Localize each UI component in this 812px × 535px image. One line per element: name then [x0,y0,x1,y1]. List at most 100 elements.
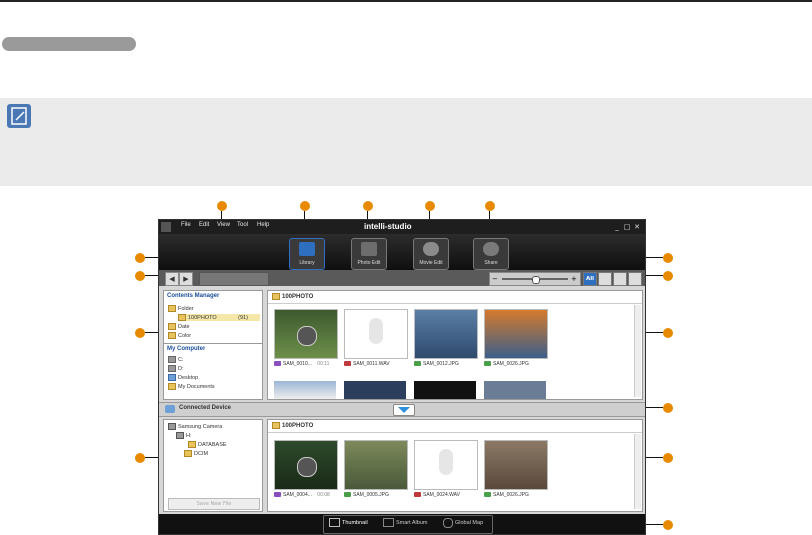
callout-leader [645,457,663,458]
menu-file[interactable]: File [181,222,191,228]
desktop-icon [168,374,176,381]
thumbnail[interactable] [484,440,548,490]
scrollbar[interactable] [634,305,641,397]
callout-marker [663,453,673,463]
scrollbar[interactable] [634,434,641,509]
zoom-out-button[interactable]: − [492,273,498,285]
forward-button[interactable]: ▶ [179,272,193,286]
save-new-file-button[interactable]: Save New File [168,498,260,510]
movie-edit-icon [423,242,439,256]
app-logo-icon [161,222,171,232]
menu-help[interactable]: Help [257,222,269,228]
smart-album-icon [383,518,394,528]
calendar-icon [168,323,176,330]
menu-edit[interactable]: Edit [199,222,209,228]
contents-manager-title: Contents Manager [167,293,220,299]
window-title: intelli-studio [364,222,412,231]
filter-all-button[interactable]: All [583,272,597,286]
toggle-device-panel-button[interactable] [393,404,415,416]
thumbnail-view-button[interactable]: Thumbnail [329,517,368,530]
tree-item-date[interactable]: Date [168,323,190,330]
thumbnail[interactable] [344,309,408,359]
tree-item-my-documents[interactable]: My Documents [168,383,215,390]
thumbnail-caption: SAM_0010... 00:11 [274,361,329,367]
zoom-slider[interactable]: − + [489,272,581,286]
thumbnail-caption: SAM_0026.JPG [484,361,529,367]
divider [268,432,642,433]
callout-marker [425,201,435,211]
back-button[interactable]: ◀ [165,272,179,286]
smart-album-button[interactable]: Smart Album [383,517,427,530]
thumbnail[interactable] [414,440,478,490]
thumbnail[interactable] [274,309,338,359]
zoom-handle[interactable] [532,276,540,284]
share-mode-button[interactable]: Share [473,238,509,270]
thumbnail[interactable] [414,309,478,359]
tree-item-dcim[interactable]: DCIM [184,450,208,457]
photo-badge-icon [414,361,421,367]
thumbnail-partial[interactable] [274,381,336,399]
device-folder-title: 100PHOTO [272,422,313,429]
callout-leader [645,332,663,333]
callout-marker [663,328,673,338]
zoom-in-button[interactable]: + [571,273,577,285]
callout-marker [300,201,310,211]
my-computer-title: My Computer [167,346,206,352]
tree-item-folder[interactable]: Folder [168,305,194,312]
library-mode-button[interactable]: Library [289,238,325,270]
photo-badge-icon [344,492,351,498]
intelli-studio-window: File Edit View Tool Help intelli-studio … [158,219,646,535]
video-badge-icon [274,492,281,498]
folder-icon [188,441,196,448]
thumbnail[interactable] [344,440,408,490]
tree-item-drive-h[interactable]: H: [176,432,192,439]
audio-badge-icon [414,492,421,498]
thumbnail-partial[interactable] [344,381,406,399]
thumbnail[interactable] [274,440,338,490]
thumbnail-partial[interactable] [484,381,546,399]
tree-item-drive-d[interactable]: D: [168,365,184,372]
close-button[interactable]: ✕ [633,223,641,231]
callout-marker [135,271,145,281]
tree-item-drive-c[interactable]: C: [168,356,184,363]
callout-marker [663,253,673,263]
callout-marker [135,453,145,463]
thumbnail-caption: SAM_0005.JPG [344,492,389,498]
folder-icon [168,383,176,390]
library-content-panel: 100PHOTO SAM_0010... 00:11 SAM_0011.WAV … [267,290,643,400]
minimize-button[interactable]: _ [613,223,621,231]
global-map-button[interactable]: Global Map [443,517,483,530]
thumbnail-partial[interactable] [414,381,476,399]
callout-marker [135,328,145,338]
tree-item-100photo[interactable]: 100PHOTO (91) [178,314,260,321]
photo-badge-icon [484,361,491,367]
callout-marker [135,253,145,263]
photo-edit-mode-button[interactable]: Photo Edit [351,238,387,270]
thumbnail-caption: SAM_0012.JPG [414,361,459,367]
tree-item-color[interactable]: Color [168,332,191,339]
thumbnail[interactable] [484,309,548,359]
photo-edit-icon [361,242,377,256]
folder-icon [168,305,176,312]
filter-video-button[interactable] [598,272,612,286]
note-box [0,98,812,186]
tree-item-desktop[interactable]: Desktop [168,374,198,381]
thumbnail-caption: SAM_0026.JPG [484,492,529,498]
play-icon [297,326,317,346]
library-icon [299,242,315,256]
thumbnail-icon [329,518,340,528]
connected-device-bar: Connected Device [159,402,645,417]
filter-audio-button[interactable] [628,272,642,286]
folder-icon [178,314,186,321]
maximize-button[interactable]: □ [623,223,631,231]
filter-photo-button[interactable] [613,272,627,286]
tree-item-samsung-camera[interactable]: Samsung Camera [168,423,222,430]
microphone-icon [439,449,453,475]
movie-edit-mode-button[interactable]: Movie Edit [413,238,449,270]
drive-icon [168,365,176,372]
menu-tool[interactable]: Tool [237,222,248,228]
play-icon [297,457,317,477]
device-icon [165,405,175,413]
tree-item-database[interactable]: DATABASE [188,441,227,448]
menu-view[interactable]: View [217,222,230,228]
